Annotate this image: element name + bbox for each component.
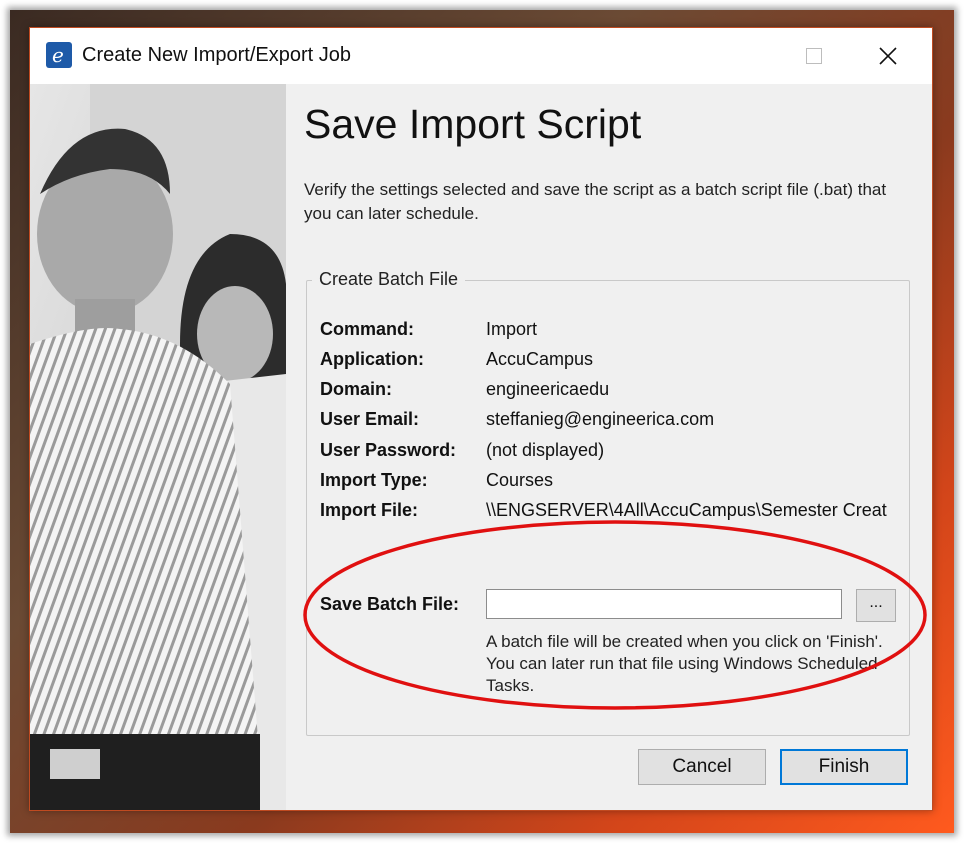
cancel-button[interactable]: Cancel (638, 749, 766, 785)
group-title: Create Batch File (312, 269, 466, 290)
row-value: (not displayed) (486, 440, 605, 460)
window-title: Create New Import/Export Job (82, 44, 351, 66)
title-bar: e Create New Import/Export Job (30, 28, 932, 84)
minimize-button[interactable] (730, 28, 786, 84)
row-value: Courses (486, 470, 554, 490)
dialog-window: e Create New Import/Export Job Save Impo… (29, 27, 933, 811)
row-value: AccuCampus (486, 349, 594, 369)
row-label: User Email: (320, 409, 420, 429)
page-title: Save Import Script (304, 101, 642, 147)
engineerica-e-icon: e (46, 42, 72, 68)
maximize-button[interactable] (786, 28, 842, 84)
close-button[interactable] (860, 28, 916, 84)
row-label: Domain: (320, 379, 392, 399)
page-description: Verify the settings selected and save th… (304, 180, 887, 223)
decorative-people-photo (30, 84, 286, 810)
row-value: \\ENGSERVER\4All\AccuCampus\Semester Cre… (486, 500, 887, 520)
row-label: Import Type: (320, 470, 428, 490)
save-batch-file-input[interactable] (486, 589, 842, 619)
row-value: engineericaedu (486, 379, 610, 399)
svg-text:e: e (52, 43, 64, 67)
row-value: steffanieg@engineerica.com (486, 409, 715, 429)
maximize-icon (806, 48, 822, 64)
row-label: Application: (320, 349, 424, 369)
row-label: User Password: (320, 440, 457, 460)
browse-button[interactable]: ... (856, 589, 896, 622)
finish-button[interactable]: Finish (780, 749, 908, 785)
minimize-icon (752, 55, 764, 57)
save-batch-file-label: Save Batch File: (320, 594, 460, 614)
row-value: Import (486, 319, 538, 339)
batch-file-hint: A batch file will be created when you cl… (486, 632, 883, 695)
close-icon (879, 47, 897, 65)
row-label: Command: (320, 319, 414, 339)
row-label: Import File: (320, 500, 418, 520)
